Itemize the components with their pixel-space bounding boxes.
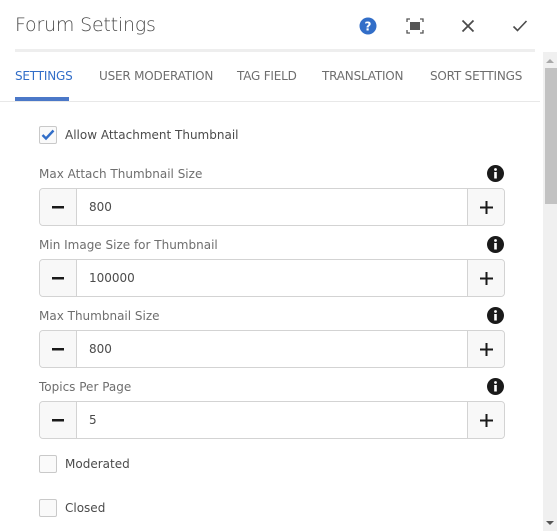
tab-user-moderation[interactable]: USER MODERATION — [99, 69, 213, 83]
close-icon — [461, 19, 475, 33]
decrement-button[interactable] — [40, 331, 77, 367]
max-attach-thumbnail-size-input[interactable] — [77, 189, 467, 225]
field-label: Max Attach Thumbnail Size — [39, 167, 203, 181]
fullscreen-button[interactable] — [403, 14, 427, 38]
moderated-checkbox[interactable]: Moderated — [39, 455, 130, 473]
increment-button[interactable] — [467, 260, 504, 296]
max-thumbnail-size-input[interactable] — [77, 331, 467, 367]
checkbox-label: Allow Attachment Thumbnail — [65, 128, 239, 142]
tab-bar: SETTINGS USER MODERATION TAG FIELD TRANS… — [0, 52, 540, 102]
info-icon[interactable] — [487, 307, 504, 324]
tab-tag-field[interactable]: TAG FIELD — [237, 69, 297, 83]
checkbox-label: Moderated — [65, 457, 130, 471]
close-button[interactable] — [456, 14, 480, 38]
scroll-down-arrow-icon[interactable] — [546, 521, 554, 525]
plus-icon — [479, 413, 493, 427]
plus-icon — [479, 342, 493, 356]
minus-icon — [52, 205, 64, 208]
checkbox-label: Closed — [65, 501, 106, 515]
plus-icon — [479, 200, 493, 214]
fullscreen-icon — [406, 18, 424, 34]
field-label: Min Image Size for Thumbnail — [39, 238, 218, 252]
minus-icon — [52, 347, 64, 350]
dialog-title: Forum Settings — [15, 14, 156, 36]
scrollbar[interactable] — [543, 52, 557, 531]
increment-button[interactable] — [467, 331, 504, 367]
closed-checkbox[interactable]: Closed — [39, 499, 105, 517]
field-label: Max Thumbnail Size — [39, 309, 160, 323]
info-icon[interactable] — [487, 165, 504, 182]
check-icon — [512, 20, 528, 32]
active-tab-indicator — [15, 97, 69, 101]
decrement-button[interactable] — [40, 260, 77, 296]
info-icon[interactable] — [487, 378, 504, 395]
minus-icon — [52, 276, 64, 279]
checkbox-box[interactable] — [39, 499, 57, 517]
scroll-thumb[interactable] — [545, 68, 557, 204]
min-image-size-for-thumbnail-input[interactable] — [77, 260, 467, 296]
topics-per-page-stepper — [39, 401, 505, 439]
info-icon[interactable] — [487, 236, 504, 253]
decrement-button[interactable] — [40, 189, 77, 225]
svg-text:?: ? — [365, 20, 372, 34]
scroll-up-arrow-icon[interactable] — [546, 59, 554, 63]
dialog-header: Forum Settings ? — [0, 0, 557, 50]
checkbox-box[interactable] — [39, 455, 57, 473]
increment-button[interactable] — [467, 402, 504, 438]
field-label: Topics Per Page — [39, 380, 132, 394]
help-button[interactable]: ? — [356, 14, 380, 38]
minus-icon — [52, 418, 64, 421]
topics-per-page-input[interactable] — [77, 402, 467, 438]
tab-sort-settings[interactable]: SORT SETTINGS — [430, 69, 522, 83]
allow-attachment-thumbnail-checkbox[interactable]: Allow Attachment Thumbnail — [39, 126, 238, 144]
checkmark-icon — [41, 129, 55, 141]
checkbox-box[interactable] — [39, 126, 57, 144]
help-icon: ? — [359, 17, 377, 35]
decrement-button[interactable] — [40, 402, 77, 438]
max-attach-thumbnail-size-stepper — [39, 188, 505, 226]
tab-settings[interactable]: SETTINGS — [15, 69, 73, 83]
tab-translation[interactable]: TRANSLATION — [322, 69, 404, 83]
done-button[interactable] — [508, 14, 532, 38]
min-image-size-for-thumbnail-stepper — [39, 259, 505, 297]
plus-icon — [479, 271, 493, 285]
max-thumbnail-size-stepper — [39, 330, 505, 368]
increment-button[interactable] — [467, 189, 504, 225]
